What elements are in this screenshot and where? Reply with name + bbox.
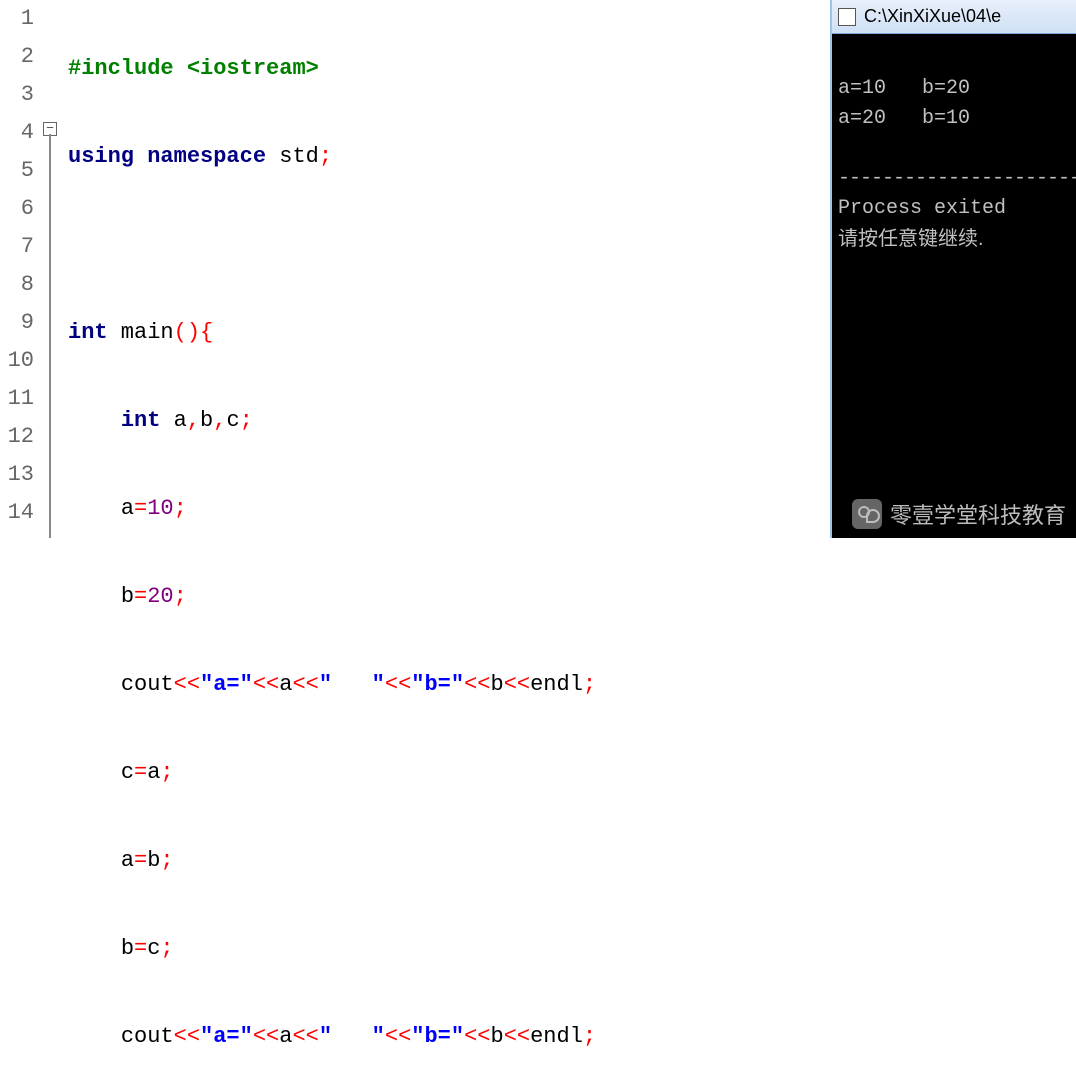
code-line: #include <iostream> xyxy=(68,50,830,88)
wechat-icon xyxy=(852,499,882,529)
line-number: 1 xyxy=(0,0,34,38)
code-line: a=b; xyxy=(68,842,830,880)
line-number: 5 xyxy=(0,152,34,190)
ident-token: main xyxy=(108,320,174,345)
code-editor[interactable]: 1 2 3 4 5 6 7 8 9 10 11 12 13 14 − #incl… xyxy=(0,0,830,538)
code-line: cout<<"a="<<a<<" "<<"b="<<b<<endl; xyxy=(68,666,830,704)
keyword-token: int xyxy=(121,408,161,433)
punct-token: { xyxy=(200,320,213,345)
punct-token: ; xyxy=(319,144,332,169)
code-line: int main(){ xyxy=(68,314,830,352)
console-window: C:\XinXiXue\04\e a=10 b=20 a=20 b=10 ---… xyxy=(830,0,1076,538)
line-number: 4 xyxy=(0,114,34,152)
preproc-token: #include xyxy=(68,56,187,81)
output-line: a=10 b=20 xyxy=(838,77,970,100)
app-icon xyxy=(838,8,856,26)
punct-token: ) xyxy=(187,320,200,345)
code-line: cout<<"a="<<a<<" "<<"b="<<b<<endl; xyxy=(68,1018,830,1056)
line-number: 3 xyxy=(0,76,34,114)
code-line xyxy=(68,226,830,264)
exit-message: Process exited xyxy=(838,197,1006,220)
keyword-token: namespace xyxy=(147,144,266,169)
watermark: 零壹学堂科技教育 xyxy=(852,498,1066,530)
fold-guide-line xyxy=(49,134,51,538)
line-number: 8 xyxy=(0,266,34,304)
line-number: 12 xyxy=(0,418,34,456)
ident-token: std xyxy=(266,144,319,169)
line-number-gutter: 1 2 3 4 5 6 7 8 9 10 11 12 13 14 xyxy=(0,0,40,538)
keyword-token: int xyxy=(68,320,108,345)
line-number: 14 xyxy=(0,494,34,532)
line-number: 2 xyxy=(0,38,34,76)
line-number: 9 xyxy=(0,304,34,342)
console-title-bar[interactable]: C:\XinXiXue\04\e xyxy=(832,0,1076,34)
line-number: 7 xyxy=(0,228,34,266)
output-line: a=20 b=10 xyxy=(838,107,970,130)
console-title: C:\XinXiXue\04\e xyxy=(864,6,1001,27)
line-number: 13 xyxy=(0,456,34,494)
fold-column: − xyxy=(40,0,60,538)
code-line: b=c; xyxy=(68,930,830,968)
line-number: 11 xyxy=(0,380,34,418)
output-separator: ---------------------- xyxy=(838,167,1076,190)
keyword-token: using xyxy=(68,144,134,169)
code-line: using namespace std; xyxy=(68,138,830,176)
code-line: int a,b,c; xyxy=(68,402,830,440)
code-line: c=a; xyxy=(68,754,830,792)
line-number: 10 xyxy=(0,342,34,380)
code-line: b=20; xyxy=(68,578,830,616)
watermark-text: 零壹学堂科技教育 xyxy=(890,498,1066,530)
continue-prompt: 请按任意键继续. xyxy=(838,228,984,250)
punct-token: ( xyxy=(174,320,187,345)
code-line: a=10; xyxy=(68,490,830,528)
line-number: 6 xyxy=(0,190,34,228)
code-area[interactable]: #include <iostream> using namespace std;… xyxy=(60,0,830,538)
console-output[interactable]: a=10 b=20 a=20 b=10 --------------------… xyxy=(832,34,1076,296)
include-token: <iostream> xyxy=(187,56,319,81)
